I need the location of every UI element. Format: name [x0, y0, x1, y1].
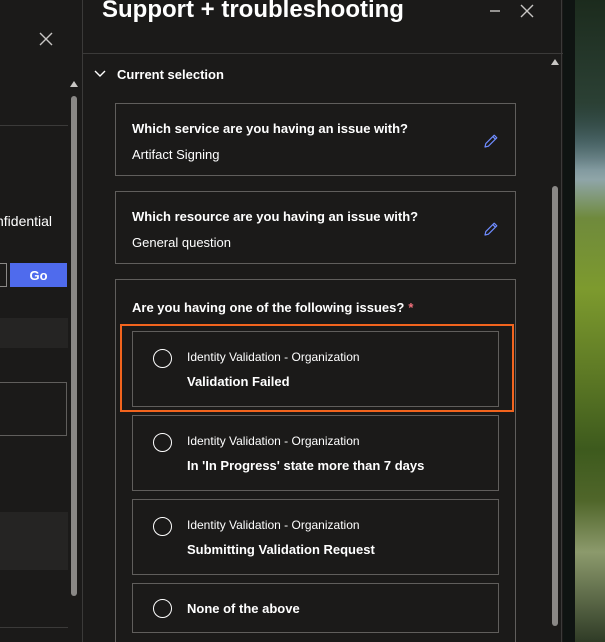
divider	[0, 627, 68, 628]
option-title: Validation Failed	[187, 374, 290, 389]
pencil-icon[interactable]	[482, 132, 500, 150]
list-band	[0, 512, 68, 570]
left-background-panel: nfidential Go	[0, 0, 82, 642]
scroll-up-arrow-icon[interactable]	[70, 81, 78, 87]
selection-question: Which resource are you having an issue w…	[132, 209, 419, 224]
scrollbar-thumb[interactable]	[71, 96, 77, 596]
selection-answer: Artifact Signing	[132, 147, 220, 162]
partial-text: nfidential	[0, 213, 53, 229]
partial-box[interactable]	[0, 382, 67, 436]
scrollbar-thumb[interactable]	[552, 186, 558, 626]
issues-card: Are you having one of the following issu…	[115, 279, 516, 642]
chevron-down-icon	[94, 70, 106, 77]
issues-question: Are you having one of the following issu…	[132, 300, 413, 315]
support-blade: Support + troubleshooting Current select…	[82, 0, 563, 642]
option-title: In 'In Progress' state more than 7 days	[187, 458, 425, 473]
close-icon[interactable]	[36, 29, 56, 49]
selection-question: Which service are you having an issue wi…	[132, 121, 408, 136]
required-marker: *	[408, 300, 414, 315]
wallpaper-shadow	[563, 0, 575, 642]
issue-option-none[interactable]: None of the above	[132, 583, 499, 633]
radio-unchecked-icon[interactable]	[153, 517, 172, 536]
blade-title: Support + troubleshooting	[102, 0, 404, 23]
option-category: Identity Validation - Organization	[187, 350, 360, 364]
scrollbar[interactable]	[68, 78, 80, 642]
divider	[0, 125, 68, 126]
go-button[interactable]: Go	[10, 263, 67, 287]
issue-option-submitting[interactable]: Identity Validation - Organization Submi…	[132, 499, 499, 575]
minimize-icon[interactable]	[487, 3, 503, 19]
radio-unchecked-icon[interactable]	[153, 433, 172, 452]
scroll-up-arrow-icon[interactable]	[551, 59, 559, 65]
current-selection-header[interactable]: Current selection	[93, 64, 224, 84]
pencil-icon[interactable]	[482, 220, 500, 238]
resource-selection-card: Which resource are you having an issue w…	[115, 191, 516, 264]
issue-option-validation-failed[interactable]: Identity Validation - Organization Valid…	[132, 331, 499, 407]
radio-unchecked-icon[interactable]	[153, 599, 172, 618]
issue-option-in-progress[interactable]: Identity Validation - Organization In 'I…	[132, 415, 499, 491]
option-title: None of the above	[187, 601, 300, 616]
wallpaper-tree	[575, 0, 605, 170]
partial-input[interactable]	[0, 263, 7, 287]
option-title: Submitting Validation Request	[187, 542, 375, 557]
list-header-band	[0, 318, 68, 348]
option-category: Identity Validation - Organization	[187, 434, 360, 448]
service-selection-card: Which service are you having an issue wi…	[115, 103, 516, 176]
radio-unchecked-icon[interactable]	[153, 349, 172, 368]
header-divider	[83, 53, 563, 54]
scrollbar[interactable]	[548, 54, 562, 642]
section-label: Current selection	[117, 66, 224, 82]
desktop-wallpaper	[563, 0, 605, 642]
option-category: Identity Validation - Organization	[187, 518, 360, 532]
selection-answer: General question	[132, 235, 232, 250]
close-icon[interactable]	[519, 3, 535, 19]
issues-question-text: Are you having one of the following issu…	[132, 300, 405, 315]
